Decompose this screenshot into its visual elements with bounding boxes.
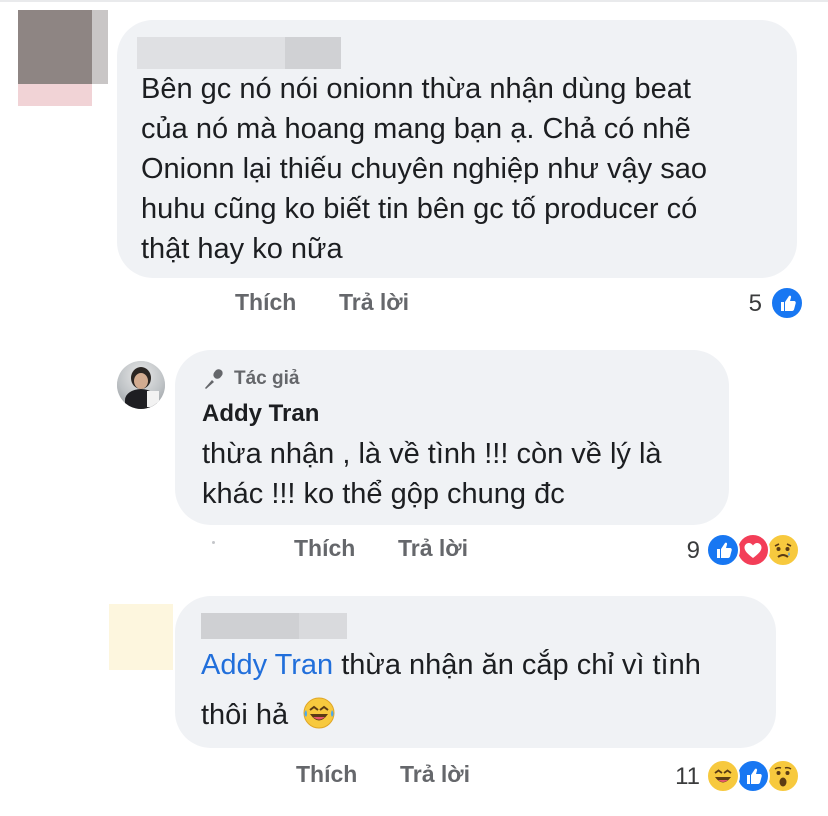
comment-text-line: thật hay ko nữa	[141, 233, 343, 265]
reaction-icons[interactable]	[706, 759, 806, 793]
like-button[interactable]: Thích	[294, 535, 355, 562]
commenter-name-redacted[interactable]	[137, 37, 285, 69]
separator-dot	[212, 541, 215, 544]
like-button[interactable]: Thích	[296, 761, 357, 788]
sad-reaction-icon	[766, 533, 800, 567]
comment-text-line: Addy Tran thừa nhận ăn cắp chỉ vì tình	[201, 646, 701, 685]
comment-bubble-1: Bên gc nó nói onionn thừa nhận dùng beat…	[117, 20, 797, 278]
commenter-name-redacted-tail	[299, 613, 347, 639]
avatar-commenter-1[interactable]	[18, 10, 108, 106]
mention-addy-tran[interactable]: Addy Tran	[201, 649, 333, 681]
reaction-count[interactable]: 11	[655, 763, 700, 791]
wow-reaction-icon	[766, 759, 800, 793]
comment-bubble-3: Addy Tran thừa nhận ăn cắp chỉ vì tình t…	[175, 596, 776, 748]
comment-actions-1: Thích Trả lời	[235, 289, 535, 319]
like-reaction-icon	[736, 759, 770, 793]
comment-text-line: huhu cũng ko biết tin bên gc tố producer…	[141, 193, 698, 225]
comment-text-line: thôi hả	[201, 696, 336, 741]
commenter-name-redacted-tail	[285, 37, 341, 69]
reaction-icons[interactable]	[770, 286, 806, 320]
comment-author-name[interactable]: Addy Tran	[202, 400, 319, 428]
author-badge-label: Tác giả	[234, 368, 300, 389]
comment-text-line: khác !!! ko thể gộp chung đc	[202, 478, 565, 510]
reaction-icons[interactable]	[706, 533, 806, 567]
avatar-commenter-3[interactable]	[109, 604, 173, 670]
author-badge: Tác giả	[202, 367, 402, 391]
reaction-count[interactable]: 9	[660, 537, 700, 565]
comment-text-line: Bên gc nó nói onionn thừa nhận dùng beat	[141, 73, 691, 105]
like-button[interactable]: Thích	[235, 289, 296, 316]
microphone-icon	[202, 367, 228, 396]
love-reaction-icon	[736, 533, 770, 567]
comment-bubble-2: Tác giả Addy Tran thừa nhận , là về tình…	[175, 350, 729, 525]
comment-actions-3: Thích Trả lời	[296, 761, 596, 791]
haha-reaction-icon	[706, 759, 740, 793]
avatar-addy-tran[interactable]	[117, 361, 165, 409]
comment-text-line: Onionn lại thiếu chuyên nghiệp như vậy s…	[141, 153, 707, 185]
reaction-count[interactable]: 5	[722, 290, 762, 318]
comment-text-line2: thôi hả	[201, 699, 289, 731]
comment-text-line: thừa nhận , là về tình !!! còn về lý là	[202, 438, 662, 470]
comment-actions-2: Thích Trả lời	[294, 535, 594, 565]
like-reaction-icon	[706, 533, 740, 567]
laughing-tears-emoji-icon	[302, 696, 336, 741]
comment-text-rest: thừa nhận ăn cắp chỉ vì tình	[333, 649, 701, 681]
top-divider	[0, 0, 828, 2]
comment-text-line: của nó mà hoang mang bạn ạ. Chả có nhẽ	[141, 113, 691, 145]
reply-button[interactable]: Trả lời	[339, 289, 409, 316]
commenter-name-redacted[interactable]	[201, 613, 299, 639]
like-reaction-icon	[770, 286, 804, 320]
reply-button[interactable]: Trả lời	[400, 761, 470, 788]
reply-button[interactable]: Trả lời	[398, 535, 468, 562]
